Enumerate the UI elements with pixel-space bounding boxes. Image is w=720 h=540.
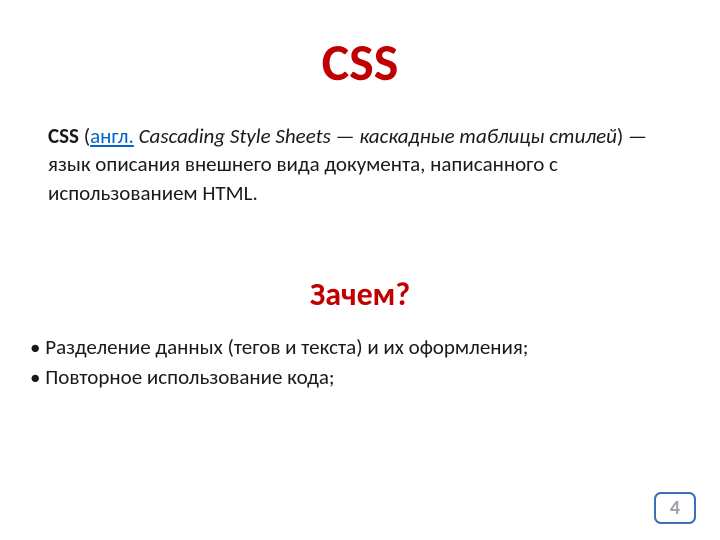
slide: CSS CSS (англ. Cascading Style Sheets — … bbox=[0, 0, 720, 540]
definition-open-paren: ( bbox=[79, 123, 90, 149]
page-number-badge: 4 bbox=[654, 492, 696, 524]
subheading: Зачем? bbox=[48, 275, 672, 314]
list-item: Повторное использование кода; bbox=[30, 362, 672, 392]
language-link[interactable]: англ. bbox=[90, 123, 134, 149]
definition-expansion: Cascading Style Sheets — каскадные табли… bbox=[134, 123, 617, 149]
page-title: CSS bbox=[48, 30, 672, 94]
definition-abbr: CSS bbox=[48, 123, 79, 149]
bullet-list: Разделение данных (тегов и текста) и их … bbox=[30, 332, 672, 393]
list-item: Разделение данных (тегов и текста) и их … bbox=[30, 332, 672, 362]
definition-paragraph: CSS (англ. Cascading Style Sheets — каск… bbox=[48, 122, 672, 207]
